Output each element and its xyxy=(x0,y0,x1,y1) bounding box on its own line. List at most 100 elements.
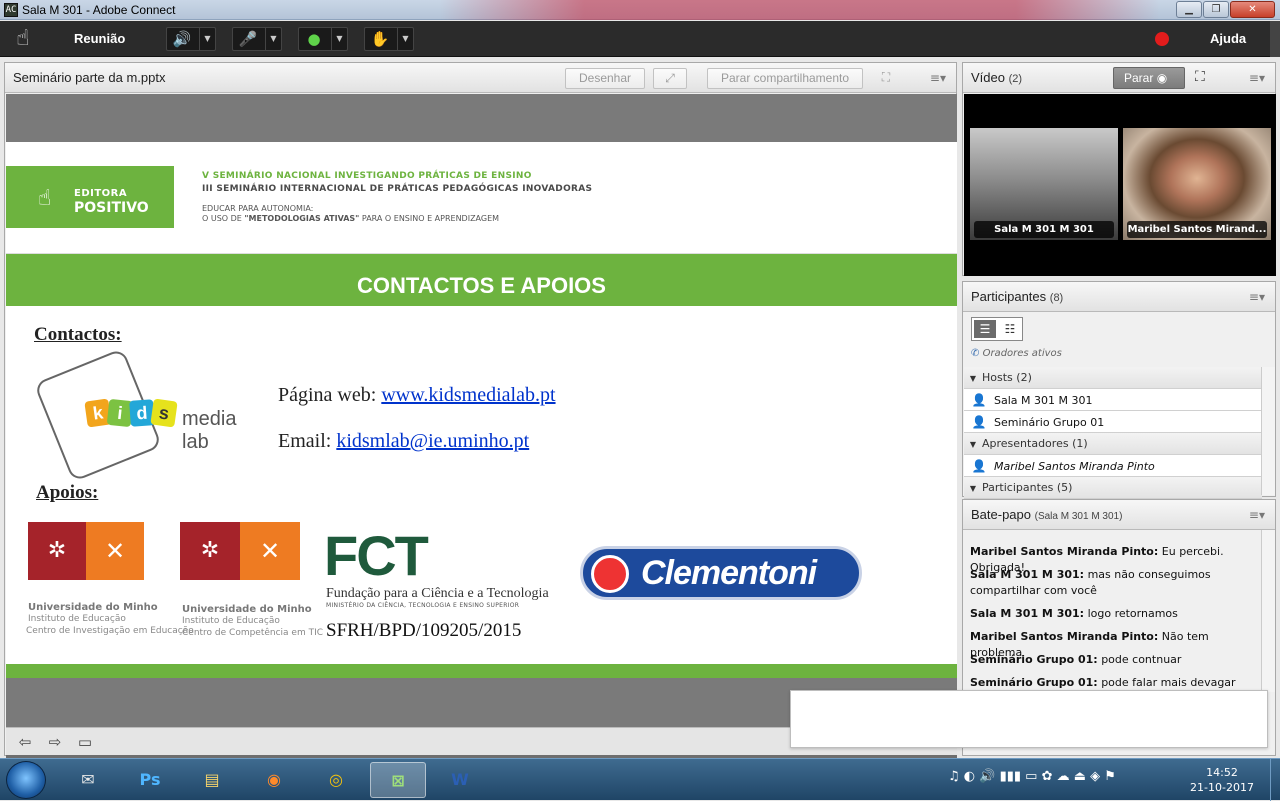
pointer-tool-button[interactable]: ⤢ xyxy=(653,68,687,89)
participant-category[interactable]: ▼ Participantes (5) xyxy=(964,477,1262,499)
slide-footer-band xyxy=(6,664,957,678)
taskbar-firefox-icon[interactable]: ◉ xyxy=(246,762,302,798)
previous-slide-icon[interactable]: ⇦ xyxy=(14,732,36,752)
taskbar-adobe-connect-icon[interactable]: ⊠ xyxy=(370,762,426,798)
user-role-icon: 👤 xyxy=(971,459,987,473)
chat-sender: Maribel Santos Miranda Pinto: xyxy=(970,630,1159,643)
video-pod-title: Vídeo (2) xyxy=(971,70,1023,85)
chevron-down-icon[interactable]: ▼ xyxy=(265,28,281,50)
stop-video-button[interactable]: Parar ◉ xyxy=(1113,67,1185,89)
taskbar-chrome-icon[interactable]: ◎ xyxy=(308,762,364,798)
draw-button[interactable]: Desenhar xyxy=(565,68,645,89)
taskbar-explorer-icon[interactable]: ▤ xyxy=(184,762,240,798)
participant-view-toggle[interactable]: ☰ ☷ xyxy=(971,317,1023,341)
participant-row[interactable]: 👤 Seminário Grupo 01 xyxy=(964,411,1262,433)
participant-label: Seminário Grupo 01 xyxy=(994,416,1105,429)
minimize-button[interactable]: ▁ xyxy=(1176,1,1202,18)
fct-logo: FCT xyxy=(324,524,429,587)
pod-menu-icon[interactable]: ≡▾ xyxy=(930,71,946,85)
taskbar-photoshop-icon[interactable]: Ps xyxy=(122,762,178,798)
thumbs-up-icon: ☝ xyxy=(38,186,52,211)
chat-sender: Maribel Santos Miranda Pinto: xyxy=(970,545,1159,558)
meeting-toolbar: ☝ Reunião 🔊 ▼ 🎤 ▼ ● ▼ ✋ ▼ Ajuda xyxy=(0,21,1280,57)
adobe-connect-icon: AC xyxy=(4,3,18,17)
share-pod-header: Seminário parte da m.pptx Desenhar ⤢ Par… xyxy=(5,63,956,93)
chat-message-input[interactable] xyxy=(790,690,1268,748)
start-button-icon[interactable] xyxy=(6,761,46,799)
video-feed-maribel[interactable]: Maribel Santos Mirand... xyxy=(1123,128,1271,240)
next-slide-icon[interactable]: ⇨ xyxy=(44,732,66,752)
window-title: Sala M 301 - Adobe Connect xyxy=(22,3,176,17)
fullscreen-icon[interactable]: ⛶ xyxy=(1195,69,1205,85)
collapse-triangle-icon: ▼ xyxy=(969,374,977,383)
user-icon: ◉ xyxy=(1156,71,1168,85)
video-pod-header: Vídeo (2) Parar ◉ ⛶ ≡▾ xyxy=(963,63,1275,93)
chat-message: Seminário Grupo 01: pode contnuar xyxy=(970,652,1260,668)
menu-ajuda[interactable]: Ajuda xyxy=(1196,21,1260,57)
video-feeds: Sala M 301 M 301 Maribel Santos Mirand..… xyxy=(964,94,1276,276)
chevron-down-icon[interactable]: ▼ xyxy=(199,28,215,50)
apoios-label: Apoios: xyxy=(36,482,99,503)
chevron-down-icon[interactable]: ▼ xyxy=(397,28,413,50)
speaker-icon[interactable]: 🔊 xyxy=(171,29,193,49)
participant-row[interactable]: 👤 Maribel Santos Miranda Pinto xyxy=(964,455,1262,477)
fullscreen-icon[interactable]: ⛶ xyxy=(875,68,897,89)
chat-text: pode contnuar xyxy=(1097,653,1182,666)
webcam-icon[interactable]: ● xyxy=(303,29,325,49)
video-feed-room[interactable]: Sala M 301 M 301 xyxy=(970,128,1118,240)
participant-row[interactable]: 👤 Sala M 301 M 301 xyxy=(964,389,1262,411)
slide-heading: CONTACTOS E APOIOS xyxy=(6,254,957,306)
chat-sender: Sala M 301 M 301: xyxy=(970,568,1085,581)
chevron-down-icon[interactable]: ▼ xyxy=(331,28,347,50)
phone-icon: ✆ xyxy=(971,348,980,359)
participants-pod: Participantes (8) ≡▾ ☰ ☷ ✆ Oradores ativ… xyxy=(962,281,1276,499)
presentation-slide: ☝ EDITORA POSITIVO V SEMINÁRIO NACIONAL … xyxy=(6,142,957,678)
participant-category[interactable]: ▼ Apresentadores (1) xyxy=(964,433,1262,455)
taskbar-thunderbird-icon[interactable]: ✉ xyxy=(60,762,116,798)
list-view-icon[interactable]: ☰ xyxy=(974,320,996,338)
camera-control[interactable]: ● ▼ xyxy=(298,27,348,51)
user-role-icon: 👤 xyxy=(971,415,987,429)
show-desktop-button[interactable] xyxy=(1270,759,1280,801)
email-link[interactable]: kidsmlab@ie.uminho.pt xyxy=(336,430,529,452)
scrollbar[interactable] xyxy=(1270,21,1280,57)
raise-hand-icon[interactable]: ✋ xyxy=(369,29,391,49)
microphone-icon[interactable]: 🎤 xyxy=(237,29,259,49)
web-link[interactable]: www.kidsmedialab.pt xyxy=(381,384,555,406)
slide-margin-top xyxy=(6,94,957,142)
pod-menu-icon[interactable]: ≡▾ xyxy=(1249,290,1265,304)
title-highlight xyxy=(440,0,1160,20)
chat-message: Sala M 301 M 301: logo retornamos xyxy=(970,606,1260,622)
chat-scrollbar[interactable] xyxy=(1261,530,1275,692)
pod-menu-icon[interactable]: ≡▾ xyxy=(1249,71,1265,85)
attendee-view-icon[interactable]: ☷ xyxy=(999,320,1021,338)
uminho-cie-logo: ✲ ✕ xyxy=(28,522,144,582)
clementoni-ball-icon xyxy=(591,555,629,593)
menu-reuniao[interactable]: Reunião xyxy=(60,21,139,57)
maximize-button[interactable]: ❐ xyxy=(1203,1,1229,18)
chat-sender: Seminário Grupo 01: xyxy=(970,676,1098,689)
close-button[interactable]: ✕ xyxy=(1230,1,1275,18)
status-control[interactable]: ✋ ▼ xyxy=(364,27,414,51)
chat-pod-header: Bate-papo (Sala M 301 M 301) ≡▾ xyxy=(963,500,1275,530)
tray-icons[interactable]: ♫ ◐ 🔊 ▮▮▮ ▭ ✿ ☁ ⏏ ◈ ⚑ xyxy=(948,769,1116,784)
speaker-control[interactable]: 🔊 ▼ xyxy=(166,27,216,51)
video-pod: Vídeo (2) Parar ◉ ⛶ ≡▾ Sala M 301 M 301 … xyxy=(962,62,1276,276)
taskbar-word-icon[interactable]: W xyxy=(432,762,488,798)
chat-text: pode falar mais devagar xyxy=(1097,676,1236,689)
recording-indicator-icon[interactable] xyxy=(1155,32,1169,46)
seminar-line-2: III SEMINÁRIO INTERNACIONAL DE PRÁTICAS … xyxy=(202,184,593,194)
collapse-triangle-icon: ▼ xyxy=(969,440,977,449)
participant-category[interactable]: ▼ Hosts (2) xyxy=(964,367,1262,389)
participants-scrollbar[interactable] xyxy=(1261,367,1275,495)
stop-sharing-button[interactable]: Parar compartilhamento xyxy=(707,68,863,89)
window-title-bar: AC Sala M 301 - Adobe Connect ▁ ❐ ✕ xyxy=(0,0,1280,20)
sidebar-toggle-icon[interactable]: ▭ xyxy=(74,732,96,752)
system-clock[interactable]: 14:52 21-10-2017 xyxy=(1188,765,1256,795)
participant-label: Participantes (5) xyxy=(982,481,1073,494)
active-speakers: ✆ Oradores ativos xyxy=(971,348,1062,359)
pod-menu-icon[interactable]: ≡▾ xyxy=(1249,508,1265,522)
microphone-control[interactable]: 🎤 ▼ xyxy=(232,27,282,51)
participant-label: Maribel Santos Miranda Pinto xyxy=(994,460,1155,473)
participants-pod-header: Participantes (8) ≡▾ xyxy=(963,282,1275,312)
